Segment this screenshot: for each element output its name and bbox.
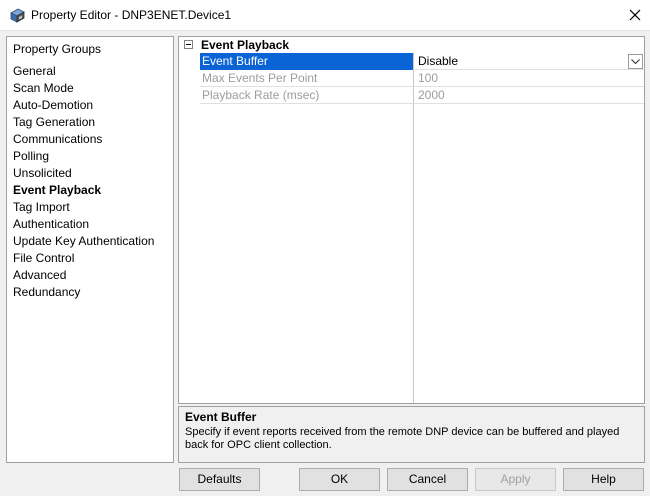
defaults-button[interactable]: Defaults — [179, 468, 260, 491]
chevron-down-icon — [631, 59, 640, 65]
property-name: Playback Rate (msec) — [202, 88, 320, 102]
title-bar: Property Editor - DNP3ENET.Device1 — [0, 0, 650, 31]
property-value-select[interactable]: Disable — [414, 53, 644, 70]
tree-item-authentication[interactable]: Authentication — [13, 216, 171, 233]
property-row[interactable]: Event Buffer Disable — [200, 53, 644, 70]
tree-item-advanced[interactable]: Advanced — [13, 267, 171, 284]
tree-item-communications[interactable]: Communications — [13, 131, 171, 148]
property-description-panel: Event Buffer Specify if event reports re… — [178, 406, 645, 463]
category-row-event-playback[interactable]: Event Playback — [179, 37, 644, 53]
tree-item-auto-demotion[interactable]: Auto-Demotion — [13, 97, 171, 114]
tree-item-tag-generation[interactable]: Tag Generation — [13, 114, 171, 131]
grid-column-splitter[interactable] — [413, 53, 414, 403]
property-row[interactable]: Playback Rate (msec) 2000 — [200, 87, 644, 104]
window-title: Property Editor - DNP3ENET.Device1 — [31, 8, 232, 22]
property-editor-app-icon — [9, 7, 26, 24]
collapse-minus-icon[interactable] — [184, 40, 193, 49]
description-text: Specify if event reports received from t… — [185, 426, 620, 451]
tree-item-redundancy[interactable]: Redundancy — [13, 284, 171, 301]
property-row[interactable]: Max Events Per Point 100 — [200, 70, 644, 87]
help-button[interactable]: Help — [563, 468, 644, 491]
tree-item-file-control[interactable]: File Control — [13, 250, 171, 267]
tree-root-property-groups[interactable]: Property Groups — [13, 42, 101, 56]
tree-item-general[interactable]: General — [13, 63, 171, 80]
ok-button[interactable]: OK — [299, 468, 380, 491]
property-name: Max Events Per Point — [202, 71, 318, 85]
tree-item-scan-mode[interactable]: Scan Mode — [13, 80, 171, 97]
description-title: Event Buffer — [185, 410, 257, 424]
category-label: Event Playback — [201, 38, 290, 52]
tree-item-tag-import[interactable]: Tag Import — [13, 199, 171, 216]
property-group-list: General Scan Mode Auto-Demotion Tag Generat… — [13, 63, 171, 301]
tree-item-update-key-authentication[interactable]: Update Key Authentication — [13, 233, 171, 250]
dropdown-button[interactable] — [628, 54, 643, 69]
grid-gutter — [179, 53, 200, 403]
property-groups-tree[interactable]: Property Groups General Scan Mode Auto-Dem… — [6, 36, 174, 463]
close-button[interactable] — [620, 0, 650, 31]
property-value: 2000 — [418, 88, 445, 102]
cancel-button[interactable]: Cancel — [387, 468, 468, 491]
close-icon — [629, 9, 641, 21]
tree-item-unsolicited[interactable]: Unsolicited — [13, 165, 171, 182]
apply-button[interactable]: Apply — [475, 468, 556, 491]
property-value: 100 — [418, 71, 439, 85]
property-name: Event Buffer — [200, 53, 413, 70]
property-grid[interactable]: Event Playback Event Buffer Disable Max Ev… — [178, 36, 645, 404]
tree-item-polling[interactable]: Polling — [13, 148, 171, 165]
tree-item-event-playback[interactable]: Event Playback — [13, 182, 171, 199]
